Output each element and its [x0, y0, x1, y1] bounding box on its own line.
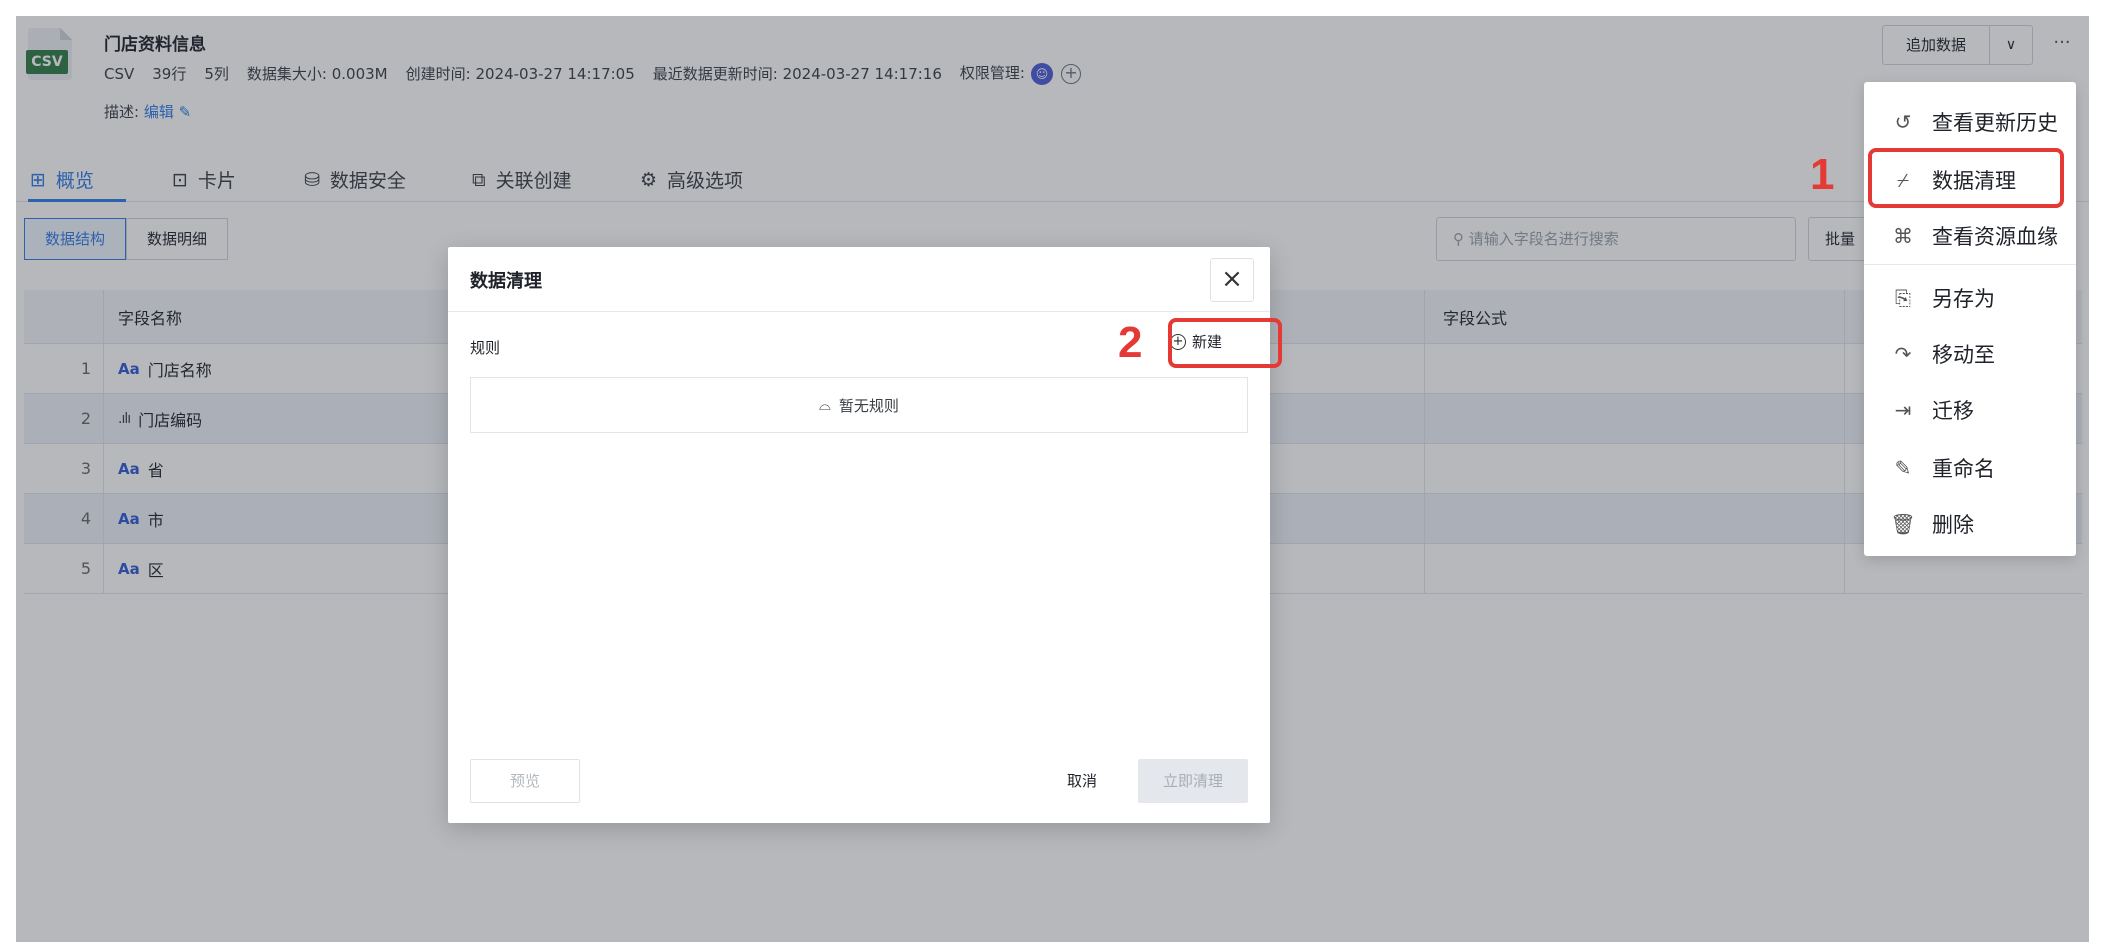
- menu-item-migrate[interactable]: ⇥ 迁移: [1864, 384, 2076, 436]
- menu-item-rename[interactable]: ✎ 重命名: [1864, 442, 2076, 494]
- dialog-title: 数据清理: [470, 271, 542, 292]
- trash-icon: 🗑: [1890, 512, 1916, 536]
- close-icon[interactable]: ×: [1210, 258, 1254, 302]
- dialog-divider: [448, 311, 1270, 312]
- cancel-button[interactable]: 取消: [1042, 759, 1122, 803]
- rule-label: 规则: [470, 339, 501, 357]
- save-as-icon: ⎘: [1895, 286, 1911, 310]
- annotation-step-1: 1: [1810, 150, 1835, 199]
- annotation-step-2: 2: [1118, 318, 1143, 367]
- menu-item-save-as[interactable]: ⎘ 另存为: [1864, 272, 2076, 324]
- move-icon: ↷: [1894, 342, 1912, 366]
- preview-button[interactable]: 预览: [470, 759, 580, 803]
- menu-item-move-to[interactable]: ↷ 移动至: [1864, 328, 2076, 380]
- annotation-box-data-clean: [1868, 148, 2064, 208]
- annotation-box-new: [1168, 318, 1282, 368]
- lineage-icon: ⌘: [1893, 224, 1913, 248]
- menu-item-lineage[interactable]: ⌘ 查看资源血缘: [1864, 210, 2076, 262]
- inbox-icon: ⌓: [819, 396, 831, 414]
- data-clean-dialog: 数据清理 × 规则 + 新建 ⌓ 暂无规则 预览 取消 立即清理: [448, 247, 1270, 823]
- migrate-icon: ⇥: [1894, 398, 1912, 422]
- history-icon: ↺: [1894, 110, 1912, 134]
- menu-item-delete[interactable]: 🗑 删除: [1864, 498, 2076, 550]
- menu-separator: [1864, 264, 2076, 265]
- empty-rules-placeholder: ⌓ 暂无规则: [470, 377, 1248, 433]
- rename-icon: ✎: [1894, 456, 1912, 480]
- menu-item-update-history[interactable]: ↺ 查看更新历史: [1864, 96, 2076, 148]
- clean-now-button[interactable]: 立即清理: [1138, 759, 1248, 803]
